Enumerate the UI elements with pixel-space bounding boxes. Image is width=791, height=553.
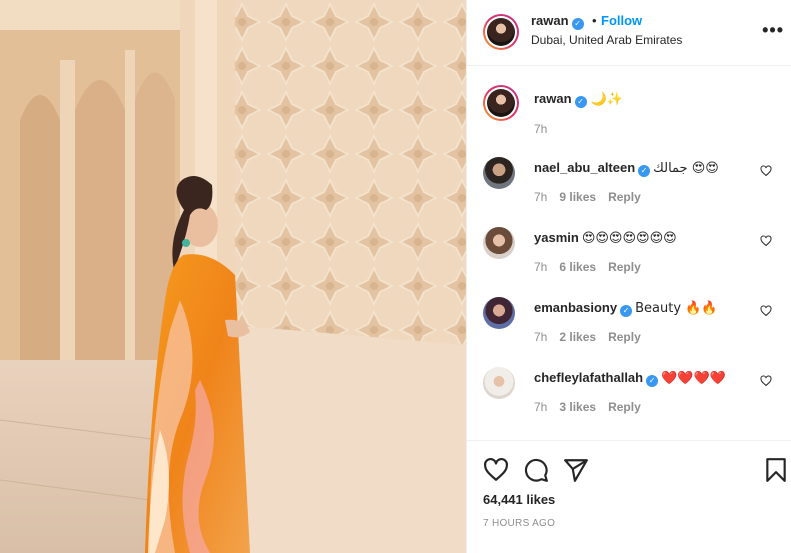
comment-item: chefleylafathallah ✓ ❤️❤️❤️❤️ 7h 3 likes Rep… xyxy=(467,367,791,437)
comment-text: 😍😍😍😍😍😍😍 xyxy=(581,231,677,246)
reply-button[interactable]: Reply xyxy=(608,260,641,274)
comment-like-heart-icon[interactable] xyxy=(760,375,772,387)
commenter-avatar[interactable] xyxy=(483,297,515,329)
comment-time[interactable]: 7h xyxy=(534,330,547,344)
commenter-username[interactable]: chefleylafathallah xyxy=(534,370,643,385)
share-icon[interactable] xyxy=(563,457,589,483)
caption: rawan ✓ 🌙✨ xyxy=(534,91,623,108)
post-actions-bar: 64,441 likes 7 HOURS AGO xyxy=(467,440,791,553)
caption-timestamp[interactable]: 7h xyxy=(534,122,547,136)
commenter-username[interactable]: emanbasiony xyxy=(534,300,617,315)
commenter-avatar[interactable] xyxy=(483,227,515,259)
comment-time[interactable]: 7h xyxy=(534,190,547,204)
more-options-icon[interactable]: ••• xyxy=(762,20,784,41)
comment-time[interactable]: 7h xyxy=(534,400,547,414)
comment-likes[interactable]: 2 likes xyxy=(559,330,596,344)
verified-badge-icon: ✓ xyxy=(574,96,587,108)
comment-item: yasmin 😍😍😍😍😍😍😍 7h 6 likes Reply xyxy=(467,227,791,297)
comment-text: ❤️❤️❤️❤️ xyxy=(661,371,726,386)
verified-badge-icon: ✓ xyxy=(638,165,651,177)
comment-likes[interactable]: 9 likes xyxy=(559,190,596,204)
comment-like-heart-icon[interactable] xyxy=(760,305,772,317)
reply-button[interactable]: Reply xyxy=(608,330,641,344)
post-header: rawan ✓ • Follow Dubai, United Arab Emira… xyxy=(467,0,791,66)
comment-text: Beauty 🔥🔥 xyxy=(635,301,718,316)
comment-icon[interactable] xyxy=(523,457,549,483)
comment-like-heart-icon[interactable] xyxy=(760,165,772,177)
separator-dot: • xyxy=(592,13,597,28)
caption-username[interactable]: rawan xyxy=(534,91,572,106)
comment-likes[interactable]: 3 likes xyxy=(559,400,596,414)
comment-like-heart-icon[interactable] xyxy=(760,235,772,247)
follow-button[interactable]: Follow xyxy=(601,13,642,28)
caption-avatar[interactable] xyxy=(483,85,519,121)
post-side-panel: rawan ✓ • Follow Dubai, United Arab Emira… xyxy=(466,0,791,553)
verified-badge-icon: ✓ xyxy=(646,375,659,387)
comment-likes[interactable]: 6 likes xyxy=(559,260,596,274)
commenter-avatar[interactable] xyxy=(483,157,515,189)
comment-item: emanbasiony ✓ Beauty 🔥🔥 7h 2 likes Reply xyxy=(467,297,791,367)
commenter-username[interactable]: yasmin xyxy=(534,230,579,245)
heart-icon[interactable] xyxy=(483,457,509,483)
author-username[interactable]: rawan ✓ xyxy=(531,13,584,30)
author-avatar[interactable] xyxy=(483,14,519,50)
post-photo[interactable] xyxy=(0,0,466,553)
caption-text: 🌙✨ xyxy=(590,92,623,107)
comment-item: nael_abu_alteen ✓ جمالك 😍😍 7h 9 likes Reply xyxy=(467,157,791,227)
comment-text: جمالك 😍😍 xyxy=(653,161,719,176)
likes-count[interactable]: 64,441 likes xyxy=(483,492,555,507)
post-timestamp[interactable]: 7 HOURS AGO xyxy=(483,518,555,529)
commenter-username[interactable]: nael_abu_alteen xyxy=(534,160,635,175)
comment-time[interactable]: 7h xyxy=(534,260,547,274)
bookmark-icon[interactable] xyxy=(763,457,789,483)
commenter-avatar[interactable] xyxy=(483,367,515,399)
post-image xyxy=(0,0,466,553)
verified-badge-icon: ✓ xyxy=(620,305,633,317)
verified-badge-icon: ✓ xyxy=(571,18,584,30)
post-location[interactable]: Dubai, United Arab Emirates xyxy=(531,33,682,47)
reply-button[interactable]: Reply xyxy=(608,190,641,204)
reply-button[interactable]: Reply xyxy=(608,400,641,414)
